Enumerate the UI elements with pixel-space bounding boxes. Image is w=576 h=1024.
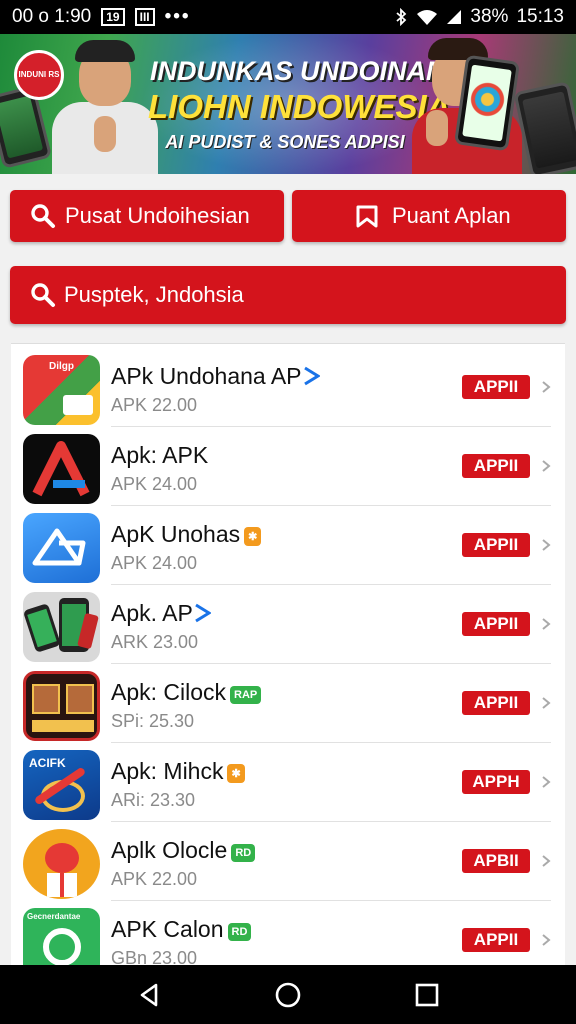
app-icon	[23, 671, 100, 741]
bookmark-icon	[356, 205, 378, 228]
more-notifications-icon: •••	[164, 6, 191, 27]
play-icon	[303, 366, 321, 386]
play-icon	[195, 603, 212, 623]
aplan-button-label: Puant Aplan	[392, 203, 511, 228]
list-item[interactable]: Apk: Cilock RAP SPi: 25.30 APPII	[11, 665, 565, 743]
install-button[interactable]: APPII	[462, 691, 530, 715]
badge-icon: RAP	[230, 686, 262, 704]
app-icon: Gecnerdantae	[23, 908, 100, 965]
status-bar: 00 o 1:90 19 III ••• 38% 15:13	[0, 0, 576, 34]
status-left-text: 00 o 1:90	[12, 6, 92, 27]
install-button[interactable]: APPII	[462, 375, 530, 399]
app-name: Aplk Olocle RD	[111, 837, 256, 864]
bluetooth-icon	[396, 8, 407, 26]
badge-icon: RD	[227, 923, 252, 941]
app-name: Apk. AP	[111, 600, 212, 627]
app-version: ARi: 23.30	[111, 790, 196, 810]
chevron-right-icon	[542, 934, 551, 946]
home-icon[interactable]	[273, 980, 303, 1010]
app-icon: Dilgp	[23, 355, 100, 425]
badge-icon: ✱	[227, 764, 245, 783]
clock: 15:13	[516, 6, 564, 27]
install-button[interactable]: APPII	[462, 928, 530, 952]
app-version: SPi: 25.30	[111, 711, 195, 731]
navigation-bar	[0, 965, 576, 1024]
list-item[interactable]: Apk: APK APK 24.00 APPII	[11, 428, 565, 506]
app-version: ARK 23.00	[111, 632, 199, 652]
install-button[interactable]: APPII	[462, 612, 530, 636]
install-button[interactable]: APPH	[462, 770, 530, 794]
app-version: APK 22.00	[111, 395, 198, 415]
app-icon	[23, 434, 100, 504]
pusat-button[interactable]: Pusat Undoihesian	[10, 190, 284, 242]
chevron-right-icon	[542, 776, 551, 788]
list-item[interactable]: ApK Unohas ✱ APK 24.00 APPII	[11, 507, 565, 585]
chevron-right-icon	[542, 618, 551, 630]
app-version: APK 24.00	[111, 474, 198, 494]
recents-icon[interactable]	[412, 980, 442, 1010]
notification-icon: 19	[101, 8, 125, 26]
app-name: APK Calon RD	[111, 916, 252, 943]
install-button[interactable]: APPII	[462, 454, 530, 478]
chevron-right-icon	[542, 539, 551, 551]
battery-percent: 38%	[470, 6, 509, 27]
brand-logo: INDUNI RS	[14, 50, 64, 100]
phone-image	[513, 81, 576, 174]
gallery-icon: III	[134, 8, 155, 26]
chevron-right-icon	[542, 381, 551, 393]
app-name: APk Undohana AP	[111, 363, 321, 390]
search-bar-text: Pusptek, Jndohsia	[64, 282, 244, 307]
back-icon[interactable]	[134, 980, 164, 1010]
app-name: Apk: Mihck ✱	[111, 758, 245, 785]
badge-icon: ✱	[244, 527, 262, 546]
chevron-right-icon	[542, 460, 551, 472]
aplan-button[interactable]: Puant Aplan	[292, 190, 566, 242]
app-version: APK 22.00	[111, 869, 198, 889]
app-icon	[23, 829, 100, 899]
chevron-right-icon	[542, 855, 551, 867]
promo-banner[interactable]: INDUNI RS INDUNKAS UNDOINAN LIOHN INDOWE…	[0, 34, 576, 174]
banner-title-line1: INDUNKAS UNDOINAN	[150, 56, 446, 86]
search-icon	[31, 283, 55, 307]
app-version: GBn 23.00	[111, 948, 198, 965]
app-icon	[23, 592, 100, 662]
banner-title-line2: LIOHN INDOWESIA	[148, 88, 451, 125]
pusat-button-label: Pusat Undoihesian	[65, 203, 250, 228]
list-item[interactable]: Dilgp APk Undohana AP APK 22.00 APPII	[11, 349, 565, 427]
man-left-image	[50, 34, 160, 174]
search-bar[interactable]: Pusptek, Jndohsia	[10, 266, 566, 324]
search-icon	[31, 204, 55, 228]
badge-icon: RD	[231, 844, 256, 862]
list-item[interactable]: Apk. AP ARK 23.00 APPII	[11, 586, 565, 664]
app-icon: ACIFK	[23, 750, 100, 820]
banner-subtitle: AI PUDIST & SONES ADPISI	[165, 132, 405, 152]
app-name: ApK Unohas ✱	[111, 521, 262, 548]
install-button[interactable]: APBII	[462, 849, 530, 873]
list-item[interactable]: Gecnerdantae APK Calon RD GBn 23.00 APPII	[11, 902, 565, 965]
app-name: Apk: Cilock RAP	[111, 679, 262, 706]
signal-icon	[447, 10, 462, 24]
app-version: APK 24.00	[111, 553, 198, 573]
chevron-right-icon	[542, 697, 551, 709]
app-list: Dilgp APk Undohana AP APK 22.00 APPII Ap…	[11, 343, 565, 965]
list-item[interactable]: Aplk Olocle RD APK 22.00 APBII	[11, 823, 565, 901]
app-name: Apk: APK	[111, 442, 209, 468]
install-button[interactable]: APPII	[462, 533, 530, 557]
wifi-icon	[417, 9, 438, 25]
list-item[interactable]: ACIFK Apk: Mihck ✱ ARi: 23.30 APPH	[11, 744, 565, 822]
app-icon	[23, 513, 100, 583]
